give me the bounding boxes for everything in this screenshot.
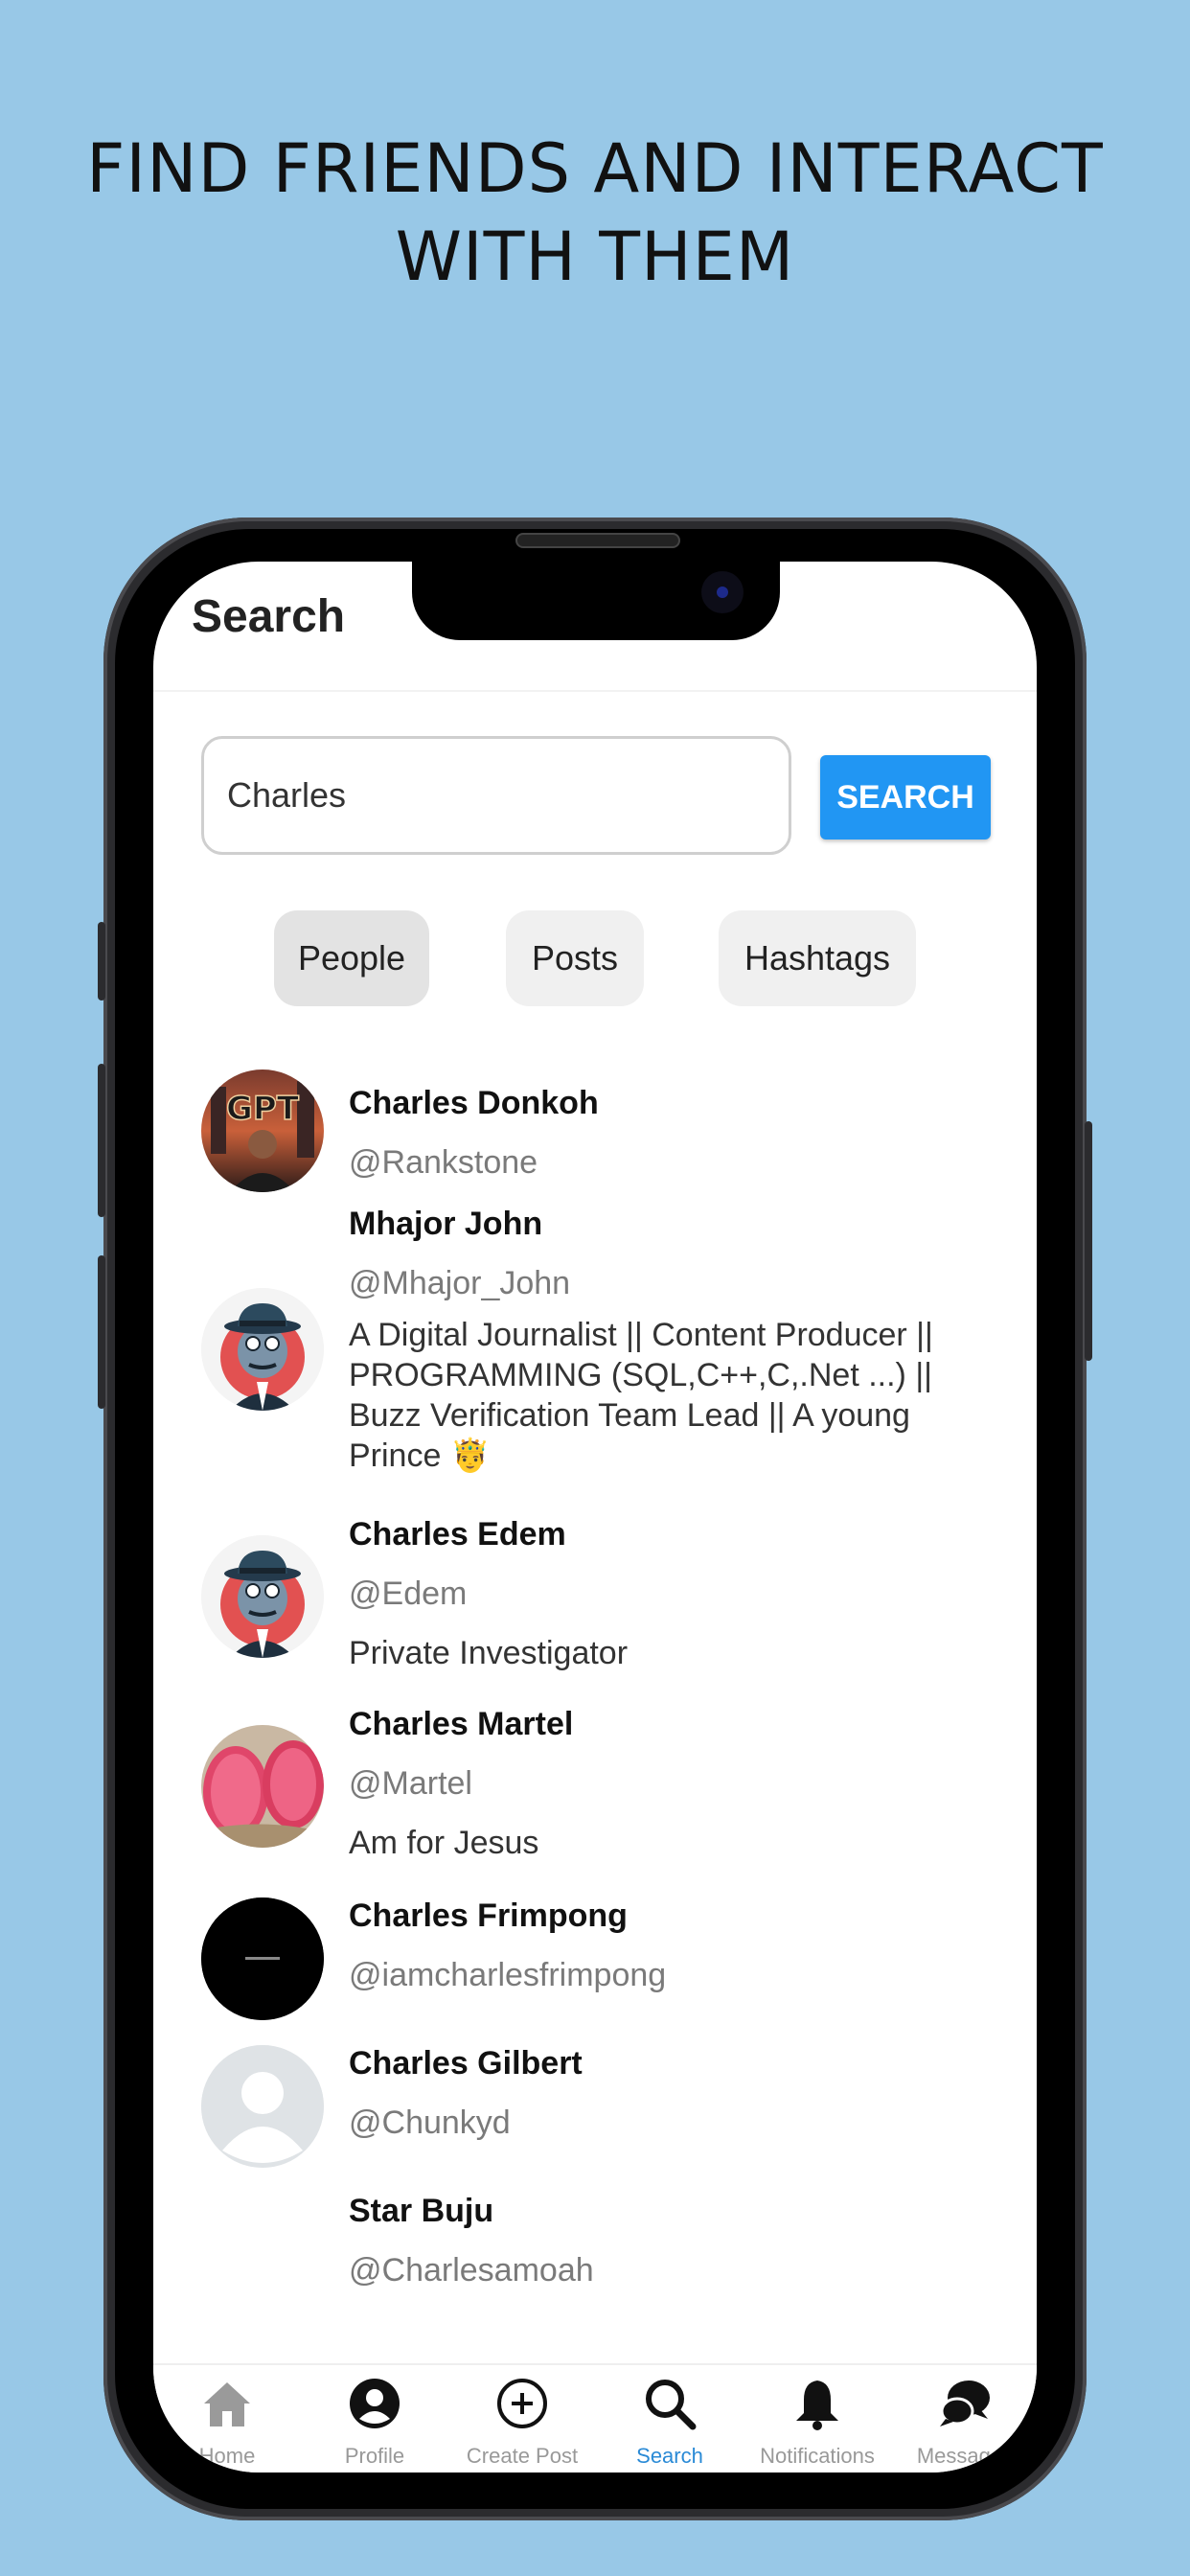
watermelon-avatar-icon: [201, 1725, 324, 1848]
promo-headline: FIND FRIENDS AND INTERACT WITH THEM: [0, 125, 1190, 301]
header-divider: [153, 690, 1037, 692]
avatar: GPT: [201, 1070, 324, 1192]
default-user-avatar-icon: [201, 2045, 324, 2168]
phone-notch: [412, 562, 780, 640]
result-handle: @Rankstone: [349, 1144, 538, 1181]
result-name: Charles Edem: [349, 1516, 566, 1552]
nav-search-label: Search: [636, 2444, 703, 2468]
search-input[interactable]: Charles: [201, 736, 791, 855]
nav-messages-label: Messages: [916, 2444, 1014, 2468]
promo-line-1: FIND FRIENDS AND INTERACT: [86, 129, 1104, 208]
promo-line-2: WITH THEM: [395, 218, 795, 296]
black-avatar-icon: [201, 1898, 324, 2020]
list-item[interactable]: Charles Martel @Martel Am for Jesus: [153, 1706, 1037, 1888]
list-item[interactable]: Charles Edem @Edem Private Investigator: [153, 1516, 1037, 1698]
app-screen: Search Charles SEARCH People Posts Hasht…: [153, 562, 1037, 2472]
volume-down-button: [98, 1255, 105, 1409]
mute-switch: [98, 922, 105, 1000]
front-camera: [701, 571, 744, 613]
bottom-nav: Home Profile Create Post Search Notifica…: [153, 2363, 1037, 2472]
plus-circle-icon: [497, 2379, 547, 2428]
result-name: Charles Gilbert: [349, 2045, 583, 2082]
result-bio: A Digital Journalist || Content Producer…: [349, 1317, 933, 1474]
gpt-photo-avatar-icon: GPT: [201, 1070, 324, 1192]
nav-search[interactable]: Search: [596, 2365, 744, 2472]
avatar: [201, 2045, 324, 2168]
result-handle: @Chunkyd: [349, 2104, 511, 2141]
list-item[interactable]: Charles Frimpong @iamcharlesfrimpong: [153, 1898, 1037, 2032]
result-bio: Am for Jesus: [349, 1825, 539, 1861]
power-button: [1085, 1121, 1092, 1361]
page-title: Search: [192, 591, 346, 642]
result-handle: @Edem: [349, 1576, 468, 1612]
search-button[interactable]: SEARCH: [820, 755, 991, 840]
avatar: [201, 1535, 324, 1658]
profile-icon: [350, 2379, 400, 2428]
result-handle: @Charlesamoah: [349, 2252, 594, 2288]
list-item[interactable]: Charles Gilbert @Chunkyd: [153, 2045, 1037, 2179]
tab-hashtags[interactable]: Hashtags: [719, 910, 916, 1006]
result-handle: @Mhajor_John: [349, 1265, 571, 1301]
avatar: [201, 1898, 324, 2020]
tab-people[interactable]: People: [274, 910, 429, 1006]
nav-notifications-label: Notifications: [760, 2444, 875, 2468]
earpiece-speaker: [515, 533, 680, 548]
list-item[interactable]: Mhajor John @Mhajor_John A Digital Journ…: [153, 1206, 1037, 1493]
tab-posts[interactable]: Posts: [506, 910, 644, 1006]
nav-home-label: Home: [198, 2444, 256, 2468]
nav-notifications[interactable]: Notifications: [744, 2365, 891, 2472]
nav-profile[interactable]: Profile: [301, 2365, 448, 2472]
detective-avatar-icon: [201, 1288, 324, 1411]
result-name: Charles Martel: [349, 1706, 574, 1742]
result-name: Mhajor John: [349, 1206, 543, 1242]
result-name: Charles Donkoh: [349, 1085, 599, 1121]
home-icon: [204, 2382, 250, 2426]
result-handle: @Martel: [349, 1765, 472, 1802]
search-icon: [646, 2380, 697, 2430]
nav-home[interactable]: Home: [153, 2365, 301, 2472]
detective-avatar-icon: [201, 1535, 324, 1658]
nav-messages[interactable]: Messages: [891, 2365, 1037, 2472]
bell-icon: [796, 2380, 838, 2430]
nav-create-post-label: Create Post: [466, 2444, 579, 2468]
nav-profile-label: Profile: [344, 2444, 405, 2468]
avatar: [201, 1725, 324, 1848]
list-item[interactable]: GPT Charles Donkoh @Rankstone: [153, 1060, 1037, 1194]
nav-create-post[interactable]: Create Post: [448, 2365, 596, 2472]
result-name: Charles Frimpong: [349, 1898, 628, 1934]
list-item[interactable]: Star Buju @Charlesamoah: [153, 2193, 1037, 2308]
result-name: Star Buju: [349, 2193, 494, 2229]
chat-icon: [940, 2380, 990, 2426]
search-input-value: Charles: [227, 775, 347, 815]
volume-up-button: [98, 1064, 105, 1217]
avatar: [201, 1288, 324, 1411]
result-bio: Private Investigator: [349, 1635, 629, 1671]
svg-text:GPT: GPT: [226, 1090, 300, 1128]
result-handle: @iamcharlesfrimpong: [349, 1957, 667, 1993]
